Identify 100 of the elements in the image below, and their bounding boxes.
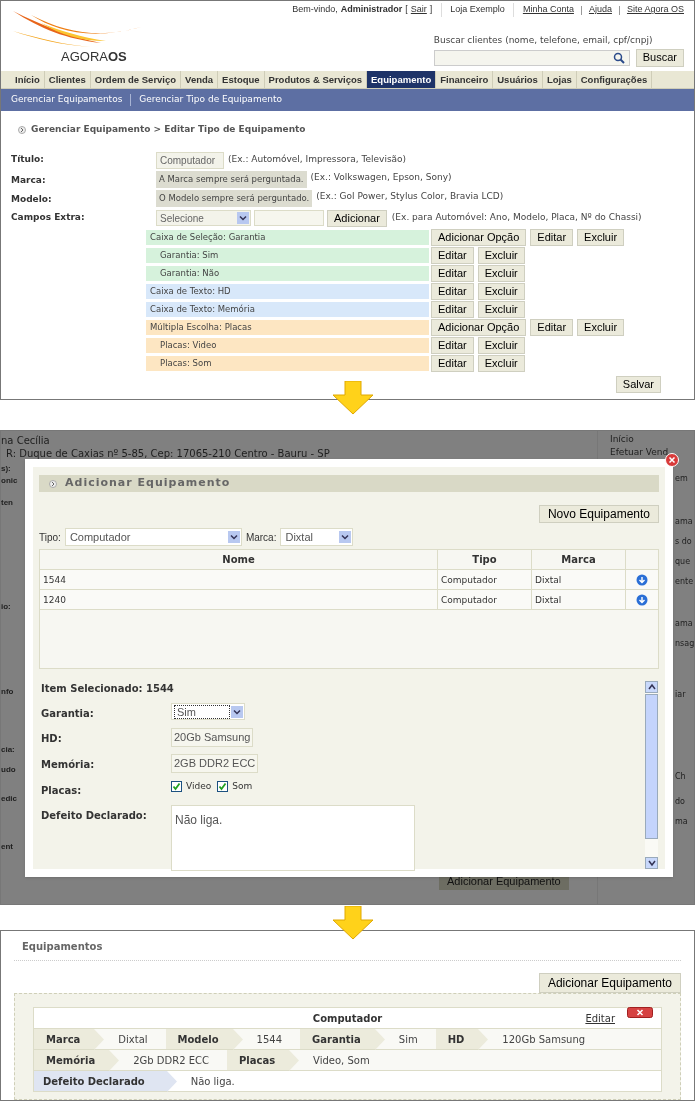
field-type-select[interactable]: Selecione (156, 210, 251, 226)
scroll-up-icon[interactable] (645, 681, 658, 693)
nav-tab[interactable]: Ordem de Serviço (90, 71, 182, 88)
add-button[interactable]: Adicionar (327, 209, 387, 227)
row-action-button[interactable]: Adicionar Opção (431, 319, 527, 336)
logout-link[interactable]: Sair (410, 3, 427, 17)
background-text: Efetuar Vend (610, 446, 669, 459)
search-field[interactable] (433, 49, 630, 66)
header-link[interactable]: Ajuda (588, 3, 612, 17)
extra-field-bar: Caixa de Seleção: Garantia (146, 230, 429, 245)
field-label: Placas: (41, 784, 83, 798)
background-text: cia: (1, 744, 15, 756)
checkbox-label: Video (186, 780, 212, 793)
column-header: Nome (40, 550, 438, 569)
row-action-button[interactable]: Editar (431, 301, 474, 318)
row-action-button[interactable]: Excluir (477, 355, 525, 372)
background-text: R: Duque de Caxias nº 5-85, Cep: 17065-210 Centro - Bauru - SP (6, 447, 330, 461)
background-text: do (675, 796, 685, 808)
text-input[interactable]: 2GB DDR2 ECC (171, 754, 259, 773)
scrollbar[interactable] (645, 681, 658, 869)
nav-tab[interactable]: Venda (181, 71, 219, 88)
field-label: HD: (41, 732, 63, 746)
extra-field-bar: Placas: Som (146, 356, 429, 371)
row-action-button[interactable]: Excluir (477, 247, 525, 264)
filter-select[interactable]: Computador (64, 528, 242, 546)
select-down-icon[interactable] (636, 593, 648, 606)
nav-tab[interactable]: Lojas (542, 71, 577, 88)
chevron-divider (94, 1029, 105, 1050)
edit-link[interactable]: Editar (585, 1010, 615, 1026)
store-label: Loja Exemplo (441, 3, 514, 17)
detail-value: 120Gb Samsung (501, 1033, 587, 1047)
nav-tab[interactable]: Configurações (576, 71, 653, 88)
field-label: Defeito Declarado: (41, 809, 148, 823)
filter-label: Tipo: (39, 530, 61, 545)
expand-icon (18, 125, 26, 134)
field-label: Marca: (11, 173, 47, 187)
new-equipment-button[interactable]: Novo Equipamento (538, 505, 659, 523)
subnav-link[interactable]: Gerenciar Tipo de Equipamento (139, 93, 282, 107)
caret-icon (339, 531, 352, 543)
search-button[interactable]: Buscar (635, 48, 684, 67)
save-button[interactable]: Salvar (615, 376, 661, 393)
background-text: ama (675, 516, 693, 528)
background-text: em (675, 473, 688, 485)
background-text: ent (1, 841, 13, 853)
defect-textarea[interactable]: Não liga. (171, 805, 415, 871)
background-text: edic (1, 793, 17, 805)
add-equipment-button[interactable]: Adicionar Equipamento (538, 973, 681, 993)
row-action-button[interactable]: Editar (431, 283, 474, 300)
filter-select[interactable]: Dixtal (280, 528, 354, 546)
background-text: Início (610, 433, 634, 446)
row-action-button[interactable]: Excluir (477, 337, 525, 354)
row-action-button[interactable]: Excluir (477, 301, 525, 318)
row-action-button[interactable]: Adicionar Opção (431, 229, 527, 246)
row-action-button[interactable]: Editar (530, 319, 574, 336)
row-action-button[interactable]: Excluir (577, 229, 625, 246)
row-action-button[interactable]: Excluir (577, 319, 625, 336)
field-label: Campos Extra: (11, 211, 86, 225)
field-label: Modelo: (11, 192, 53, 206)
nav-tab[interactable]: Início (11, 71, 45, 88)
row-action-button[interactable]: Editar (431, 355, 474, 372)
close-icon[interactable] (627, 1007, 653, 1018)
hint-text: (Ex.: Gol Power, Stylus Color, Bravia LCD) (316, 189, 504, 203)
nav-tab[interactable]: Usuários (493, 71, 543, 88)
chevron-divider (232, 1029, 243, 1050)
search-icon (612, 51, 627, 64)
selected-item-text: Item Selecionado: 1544 (41, 682, 175, 696)
table-cell: Dixtal (532, 570, 626, 589)
text-input[interactable] (254, 210, 324, 226)
checkbox[interactable] (171, 781, 182, 793)
row-action-button[interactable]: Editar (431, 265, 474, 282)
row-action-button[interactable]: Excluir (477, 265, 525, 282)
down-arrow-icon (331, 906, 375, 940)
nav-tab[interactable]: Estoque (218, 71, 265, 88)
text-input[interactable]: 20Gb Samsung (171, 728, 254, 747)
table-cell: Computador (438, 590, 532, 609)
row-action-button[interactable]: Editar (530, 229, 574, 246)
subnav-link[interactable]: Gerenciar Equipamentos (11, 93, 123, 107)
chevron-divider (374, 1029, 385, 1050)
detail-value: 2Gb DDR2 ECC (132, 1054, 210, 1068)
modal-title: Adicionar Equipamento (65, 475, 231, 492)
row-action-button[interactable]: Editar (431, 247, 474, 264)
header-link[interactable]: Site Agora OS (626, 3, 684, 17)
detail-value: Dixtal (117, 1033, 149, 1047)
row-action-button[interactable]: Excluir (477, 283, 525, 300)
extra-field-bar: Caixa de Texto: Memória (146, 302, 429, 317)
nav-tab[interactable]: Clientes (44, 71, 91, 88)
warranty-select[interactable]: Sim (171, 703, 245, 720)
select-down-icon[interactable] (636, 573, 648, 586)
scroll-down-icon[interactable] (645, 857, 658, 869)
column-header: Marca (532, 550, 626, 569)
detail-value: Video, Som (312, 1054, 371, 1068)
nav-tab[interactable]: Financeiro (436, 71, 494, 88)
row-action-button[interactable]: Editar (431, 337, 474, 354)
checkbox[interactable] (217, 781, 229, 793)
nav-tab[interactable]: Equipamento (367, 71, 437, 88)
bracket-text: [ (405, 3, 408, 17)
bracket-text: ] (429, 3, 433, 17)
title-input[interactable]: Computador (156, 151, 224, 169)
section-title: Equipamentos (14, 939, 681, 961)
header-link[interactable]: Minha Conta (522, 3, 574, 17)
